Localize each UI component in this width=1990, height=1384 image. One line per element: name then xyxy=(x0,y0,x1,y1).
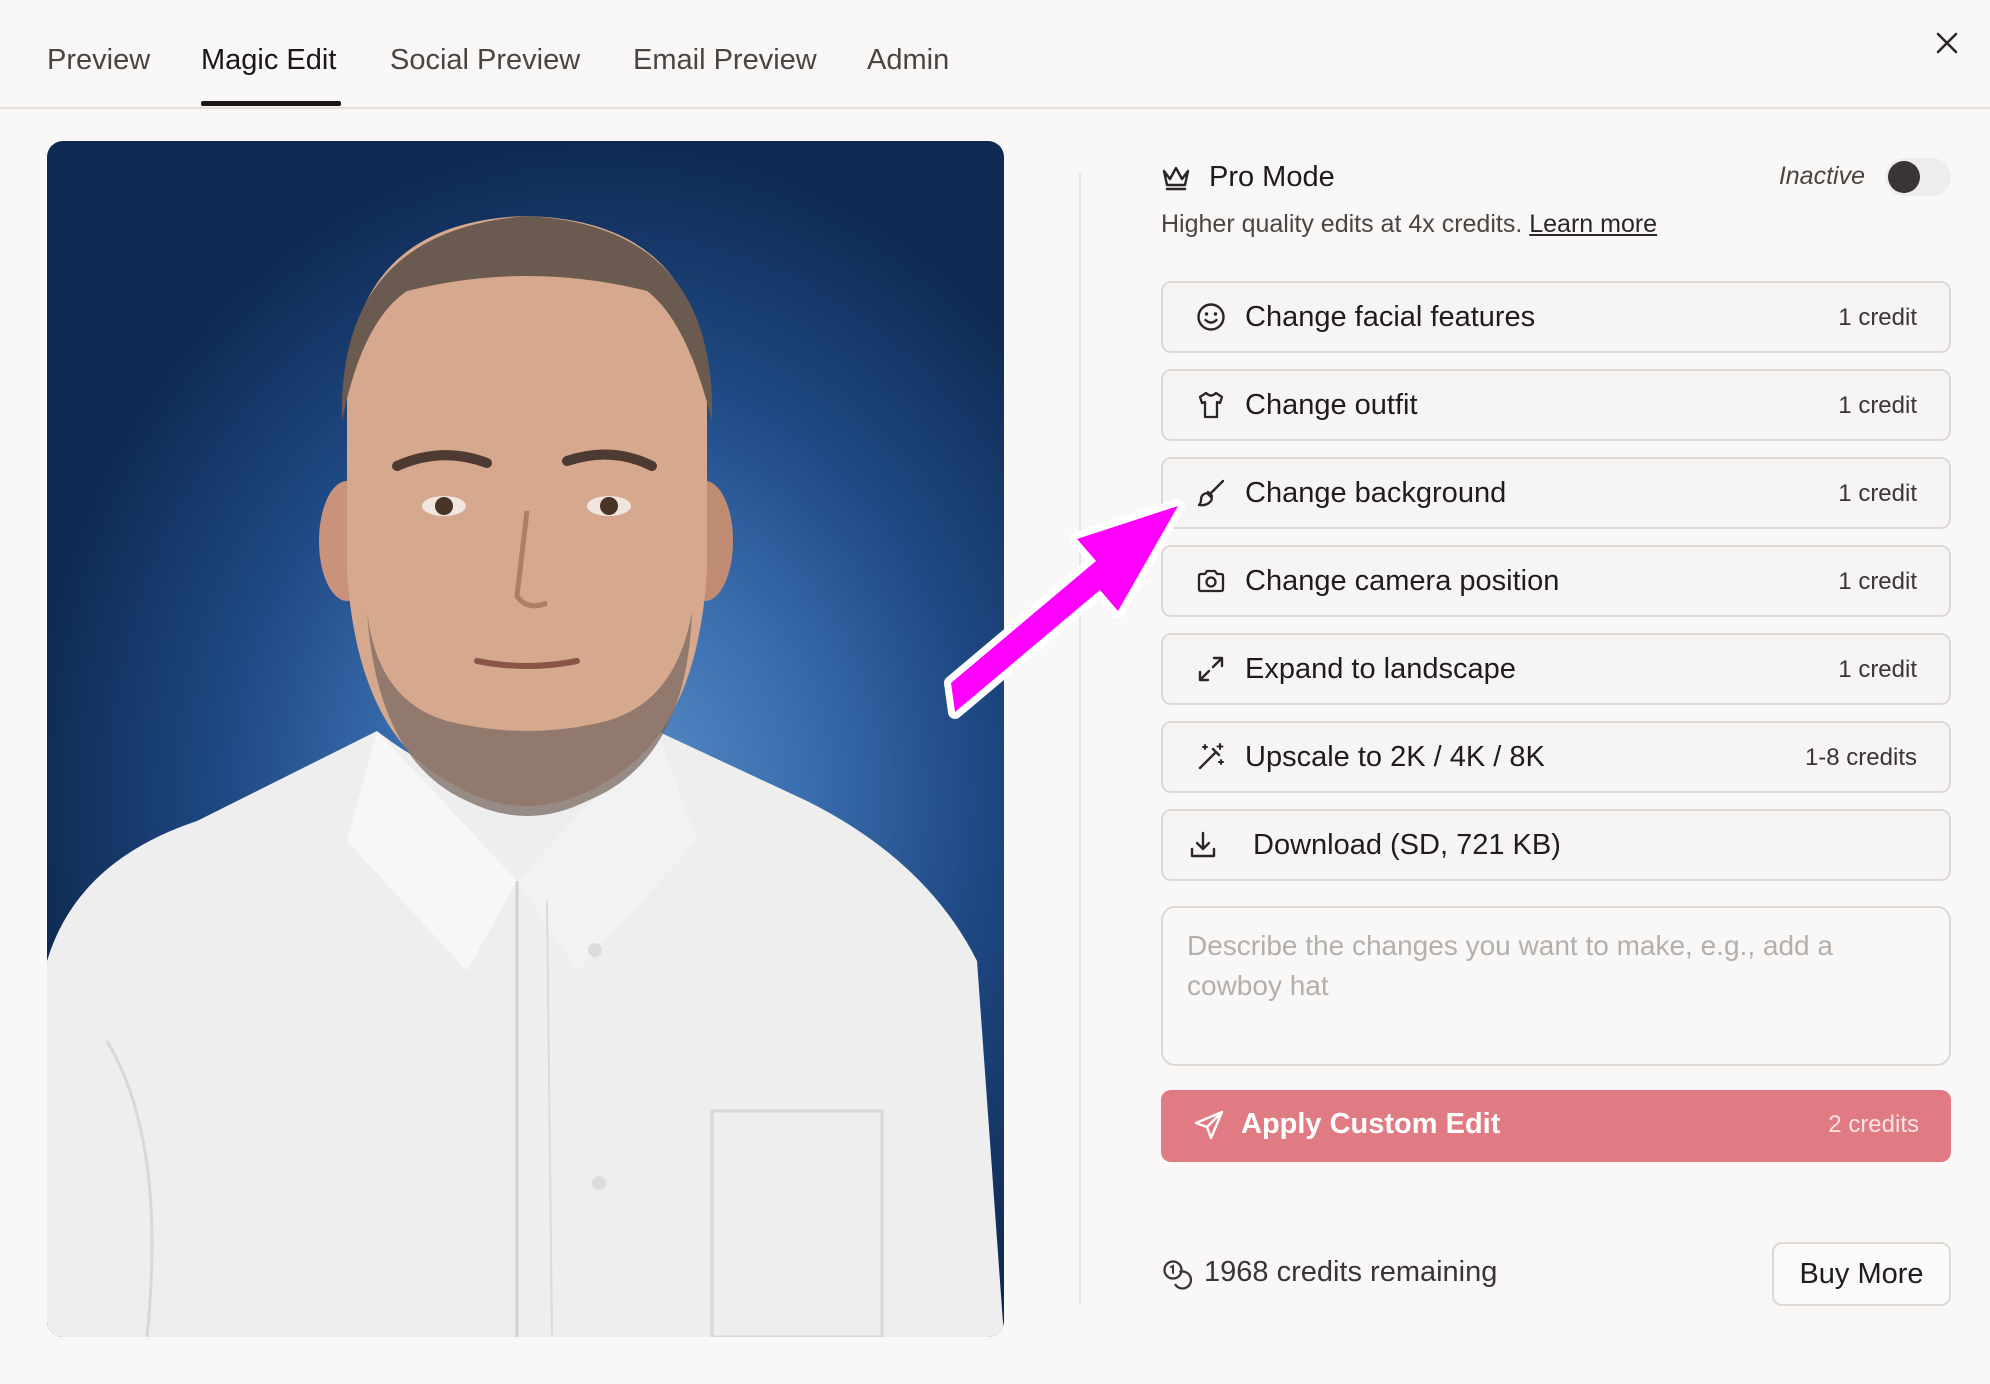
action-cost: 1 credit xyxy=(1838,656,1917,683)
tab-admin[interactable]: Admin xyxy=(867,44,949,77)
action-cost: 1-8 credits xyxy=(1804,744,1917,771)
crown-icon xyxy=(1162,166,1190,191)
action-label: Change background xyxy=(1245,477,1507,509)
action-cost: 1 credit xyxy=(1838,392,1917,419)
tab-email-preview[interactable]: Email Preview xyxy=(633,44,817,77)
action-label: Change outfit xyxy=(1245,389,1418,421)
expand-to-landscape-button[interactable]: Expand to landscape 1 credit xyxy=(1161,633,1951,705)
active-tab-indicator xyxy=(201,101,341,106)
action-label: Change camera position xyxy=(1245,565,1560,597)
tab-preview[interactable]: Preview xyxy=(47,44,150,77)
expand-icon xyxy=(1195,653,1227,685)
change-outfit-button[interactable]: Change outfit 1 credit xyxy=(1161,369,1951,441)
pro-mode-toggle[interactable] xyxy=(1885,158,1951,196)
tab-social-preview[interactable]: Social Preview xyxy=(390,44,580,77)
credits-remaining-text: 1968 credits remaining xyxy=(1204,1256,1498,1288)
action-cost: 1 credit xyxy=(1838,304,1917,331)
download-button[interactable]: Download (SD, 721 KB) xyxy=(1161,809,1951,881)
smile-icon xyxy=(1195,301,1227,333)
pro-mode-description: Higher quality edits at 4x credits. Lear… xyxy=(1161,210,1657,239)
pro-mode-description-text: Higher quality edits at 4x credits. xyxy=(1161,210,1523,238)
upscale-button[interactable]: Upscale to 2K / 4K / 8K 1-8 credits xyxy=(1161,721,1951,793)
change-background-button[interactable]: Change background 1 credit xyxy=(1161,457,1951,529)
buy-more-button[interactable]: Buy More xyxy=(1772,1242,1951,1306)
download-icon xyxy=(1187,829,1219,861)
close-button[interactable] xyxy=(1930,26,1964,60)
tab-magic-edit[interactable]: Magic Edit xyxy=(201,44,336,77)
paintbrush-icon xyxy=(1195,477,1227,509)
camera-icon xyxy=(1195,565,1227,597)
close-icon xyxy=(1936,32,1958,54)
change-facial-features-button[interactable]: Change facial features 1 credit xyxy=(1161,281,1951,353)
apply-cost: 2 credits xyxy=(1828,1111,1919,1138)
action-label: Upscale to 2K / 4K / 8K xyxy=(1245,741,1545,773)
change-camera-position-button[interactable]: Change camera position 1 credit xyxy=(1161,545,1951,617)
pro-mode-status: Inactive xyxy=(1778,162,1865,190)
panel-divider xyxy=(1079,173,1081,1305)
learn-more-link[interactable]: Learn more xyxy=(1529,210,1657,238)
action-label: Download (SD, 721 KB) xyxy=(1253,829,1561,861)
shirt-icon xyxy=(1195,389,1227,421)
apply-label: Apply Custom Edit xyxy=(1241,1108,1501,1140)
tab-bar: Preview Magic Edit Social Preview Email … xyxy=(0,0,1990,109)
pro-mode-title: Pro Mode xyxy=(1209,161,1335,193)
coins-icon xyxy=(1161,1258,1193,1295)
pro-mode-row: Pro Mode Inactive xyxy=(1161,158,1951,198)
custom-edit-input[interactable] xyxy=(1161,906,1951,1066)
action-cost: 1 credit xyxy=(1838,568,1917,595)
send-icon xyxy=(1193,1109,1225,1146)
wand-sparkles-icon xyxy=(1195,741,1227,773)
apply-custom-edit-button[interactable]: Apply Custom Edit 2 credits xyxy=(1161,1090,1951,1162)
action-label: Change facial features xyxy=(1245,301,1536,333)
action-label: Expand to landscape xyxy=(1245,653,1516,685)
action-cost: 1 credit xyxy=(1838,480,1917,507)
portrait-photo xyxy=(47,141,1004,1337)
